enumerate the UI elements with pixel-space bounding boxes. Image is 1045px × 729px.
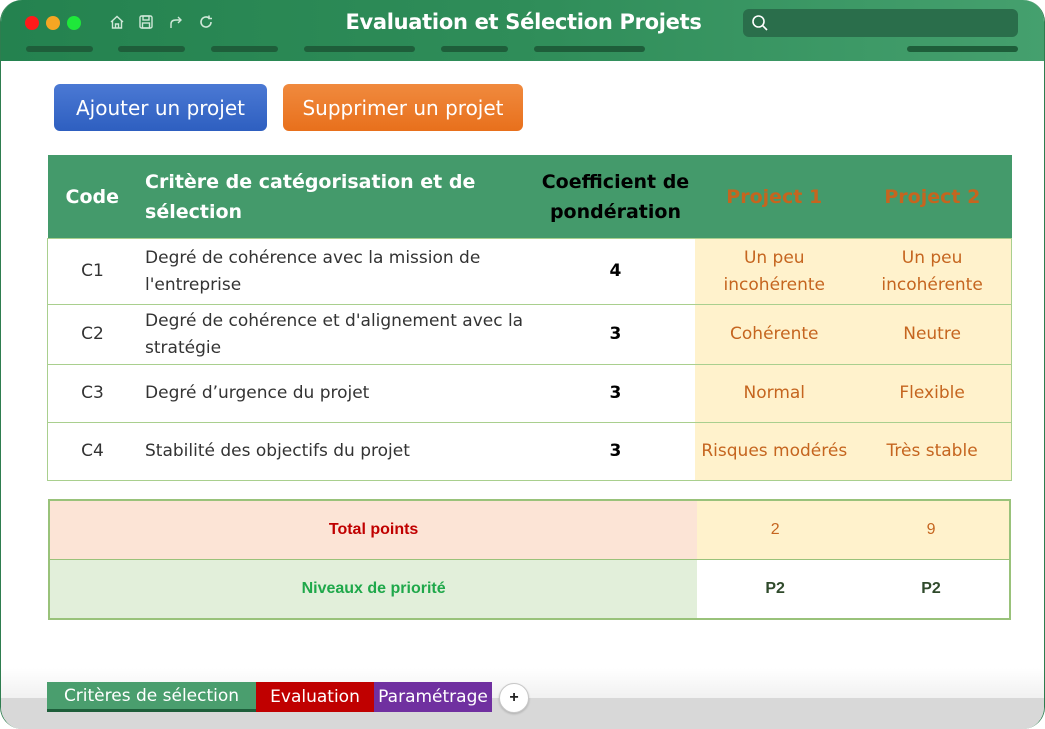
- cell-code[interactable]: C2: [47, 304, 138, 365]
- priority-project2[interactable]: P2: [853, 559, 1010, 619]
- cell-criterion[interactable]: Stabilité des objectifs du projet: [137, 422, 536, 481]
- close-window-button[interactable]: [25, 16, 39, 30]
- cell-code[interactable]: C1: [47, 238, 138, 305]
- cell-code[interactable]: C3: [47, 364, 138, 423]
- cell-criterion[interactable]: Degré d’urgence du projet: [137, 364, 536, 423]
- menu-item[interactable]: [907, 46, 1018, 52]
- total-points-project2[interactable]: 9: [853, 500, 1010, 560]
- table-row: C1 Degré de cohérence avec la mission de…: [47, 238, 1013, 305]
- cell-criterion[interactable]: Degré de cohérence et d'alignement avec …: [137, 304, 536, 365]
- menu-item[interactable]: [26, 46, 93, 52]
- cell-project1[interactable]: Risques modérés: [695, 422, 854, 481]
- header-coefficient: Coefficient de pondération: [535, 155, 696, 239]
- priority-label: Niveaux de priorité: [49, 559, 698, 619]
- menu-item[interactable]: [118, 46, 185, 52]
- menu-item[interactable]: [441, 46, 508, 52]
- header-project1: Project 1: [695, 155, 854, 239]
- cell-project2[interactable]: Un peu incohérente: [853, 238, 1013, 305]
- add-sheet-button[interactable]: +: [499, 683, 529, 713]
- table-row: C4 Stabilité des objectifs du projet 3 R…: [47, 422, 1013, 481]
- window-title: Evaluation et Sélection Projets: [345, 10, 702, 34]
- cell-coefficient[interactable]: 3: [535, 364, 696, 423]
- menu-item[interactable]: [534, 46, 645, 52]
- table-row: C2 Degré de cohérence et d'alignement av…: [47, 304, 1013, 365]
- header-code: Code: [47, 155, 138, 239]
- cell-coefficient[interactable]: 3: [535, 304, 696, 365]
- search-icon: [752, 15, 768, 31]
- cell-project2[interactable]: Neutre: [853, 304, 1013, 365]
- cell-project2[interactable]: Très stable: [853, 422, 1013, 481]
- sheet-tab-evaluation[interactable]: Evaluation: [256, 682, 374, 712]
- sheet-tab-criteres[interactable]: Critères de sélection: [47, 682, 256, 712]
- cell-project1[interactable]: Cohérente: [695, 304, 854, 365]
- table-header-row: Code Critère de catégorisation et de sél…: [47, 155, 1012, 239]
- header-project2: Project 2: [853, 155, 1012, 239]
- priority-project1[interactable]: P2: [697, 559, 854, 619]
- title-bar: Evaluation et Sélection Projets: [1, 0, 1044, 61]
- criteria-table: Code Critère de catégorisation et de sél…: [47, 155, 1013, 481]
- header-criterion: Critère de catégorisation et de sélectio…: [137, 155, 536, 239]
- total-points-project1[interactable]: 2: [697, 500, 854, 560]
- search-input[interactable]: [743, 9, 1018, 37]
- table-row: C3 Degré d’urgence du projet 3 Normal Fl…: [47, 364, 1013, 423]
- cell-project2[interactable]: Flexible: [853, 364, 1013, 423]
- refresh-icon[interactable]: [197, 12, 215, 32]
- maximize-window-button[interactable]: [67, 16, 81, 30]
- cell-project1[interactable]: Normal: [695, 364, 854, 423]
- delete-project-button[interactable]: Supprimer un projet: [283, 84, 523, 131]
- app-window: Evaluation et Sélection Projets Ajouter …: [0, 0, 1045, 729]
- cell-project1[interactable]: Un peu incohérente: [695, 238, 854, 305]
- cell-criterion[interactable]: Degré de cohérence avec la mission de l'…: [137, 238, 536, 305]
- menu-item[interactable]: [304, 46, 415, 52]
- add-project-button[interactable]: Ajouter un projet: [54, 84, 267, 131]
- home-icon[interactable]: [108, 12, 126, 32]
- cell-coefficient[interactable]: 3: [535, 422, 696, 481]
- summary-table: Total points 2 9 Niveaux de priorité P2 …: [48, 499, 1011, 620]
- priority-row: Niveaux de priorité P2 P2: [49, 559, 1010, 619]
- total-points-row: Total points 2 9: [49, 500, 1010, 560]
- save-icon[interactable]: [137, 12, 155, 32]
- cell-code[interactable]: C4: [47, 422, 138, 481]
- menu-item[interactable]: [211, 46, 278, 52]
- minimize-window-button[interactable]: [46, 16, 60, 30]
- sheet-tab-parametrage[interactable]: Paramétrage: [374, 682, 492, 712]
- cell-coefficient[interactable]: 4: [535, 238, 696, 305]
- redo-icon[interactable]: [167, 12, 185, 32]
- total-points-label: Total points: [49, 500, 698, 560]
